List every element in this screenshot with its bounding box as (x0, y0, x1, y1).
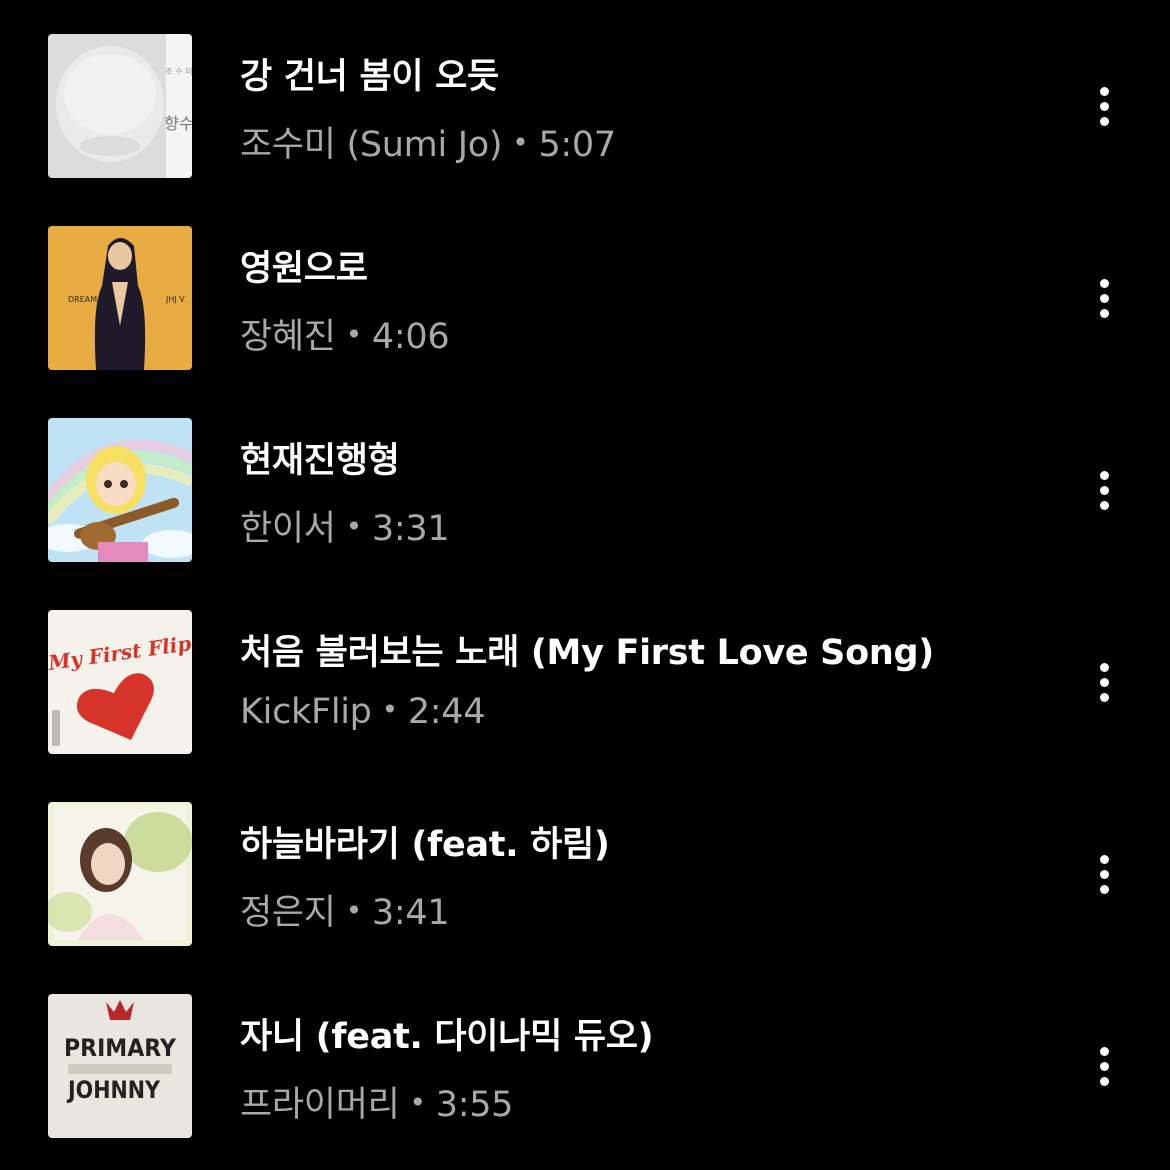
artist-name: 장혜진 (240, 317, 336, 357)
song-title: 자니 (feat. 다이나믹 듀오) (240, 1017, 654, 1057)
more-vertical-icon (1099, 470, 1109, 480)
song-title: 처음 불러보는 노래 (My First Love Song) (240, 633, 934, 673)
song-title: 영원으로 (240, 249, 368, 289)
album-art: 조 수 미 향수 (48, 34, 192, 178)
more-vertical-icon (1099, 86, 1109, 96)
more-options-button[interactable] (1082, 84, 1126, 128)
artist-name: 조수미 (Sumi Jo) (240, 125, 503, 165)
separator-dot: • (381, 693, 399, 726)
song-meta: 장혜진 • 4:06 (240, 308, 450, 359)
song-title: 현재진행형 (240, 441, 400, 481)
song-duration: 2:44 (407, 692, 486, 732)
artist-name: 프라이머리 (240, 1085, 400, 1125)
album-art: My First Flip (48, 610, 192, 754)
song-meta: 조수미 (Sumi Jo) • 5:07 (240, 116, 616, 167)
song-row[interactable]: 조 수 미 향수 강 건너 봄이 오듯 조수미 (Sumi Jo) • 5:07 (0, 34, 1170, 194)
song-meta: 한이서 • 3:31 (240, 500, 450, 551)
more-options-button[interactable] (1082, 276, 1126, 320)
more-vertical-icon (1099, 1046, 1109, 1056)
johnny-text: JOHNNY (66, 1076, 160, 1104)
song-meta: KickFlip • 2:44 (240, 692, 486, 732)
primary-text: PRIMARY (64, 1034, 177, 1062)
song-title: 하늘바라기 (feat. 하림) (240, 825, 610, 865)
song-row[interactable]: 하늘바라기 (feat. 하림) 정은지 • 3:41 (0, 802, 1170, 962)
svg-text:조 수 미: 조 수 미 (165, 67, 192, 76)
separator-dot: • (345, 318, 363, 351)
song-duration: 3:55 (435, 1085, 514, 1125)
song-list: 조 수 미 향수 강 건너 봄이 오듯 조수미 (Sumi Jo) • 5:07 D… (0, 0, 1170, 1170)
song-duration: 3:31 (371, 509, 450, 549)
more-vertical-icon (1099, 854, 1109, 864)
separator-dot: • (345, 510, 363, 543)
song-title: 강 건너 봄이 오듯 (240, 57, 499, 97)
separator-dot: • (345, 894, 363, 927)
artist-name: 정은지 (240, 893, 336, 933)
more-options-button[interactable] (1082, 468, 1126, 512)
artist-name: KickFlip (240, 692, 372, 732)
song-duration: 5:07 (538, 125, 616, 165)
album-art (48, 418, 192, 562)
jhj-text: JHJ V (165, 295, 185, 304)
separator-dot: • (512, 126, 529, 159)
song-duration: 3:41 (371, 893, 450, 933)
more-vertical-icon (1099, 278, 1109, 288)
more-options-button[interactable] (1082, 1044, 1126, 1088)
album-art: PRIMARY JOHNNY (48, 994, 192, 1138)
song-meta: 정은지 • 3:41 (240, 884, 450, 935)
artist-name: 한이서 (240, 509, 336, 549)
separator-dot: • (409, 1086, 427, 1119)
dream-text: DREAM (68, 295, 97, 304)
song-row[interactable]: 현재진행형 한이서 • 3:31 (0, 418, 1170, 578)
album-art: DREAM JHJ V (48, 226, 192, 370)
song-meta: 프라이머리 • 3:55 (240, 1076, 513, 1127)
more-options-button[interactable] (1082, 660, 1126, 704)
song-row[interactable]: My First Flip 처음 불러보는 노래 (My First Love … (0, 610, 1170, 770)
album-art (48, 802, 192, 946)
svg-text:향수: 향수 (164, 114, 192, 133)
more-options-button[interactable] (1082, 852, 1126, 896)
song-row[interactable]: DREAM JHJ V 영원으로 장혜진 • 4:06 (0, 226, 1170, 386)
song-row[interactable]: PRIMARY JOHNNY 자니 (feat. 다이나믹 듀오) 프라이머리 •… (0, 994, 1170, 1154)
song-duration: 4:06 (371, 317, 450, 357)
more-vertical-icon (1099, 662, 1109, 672)
